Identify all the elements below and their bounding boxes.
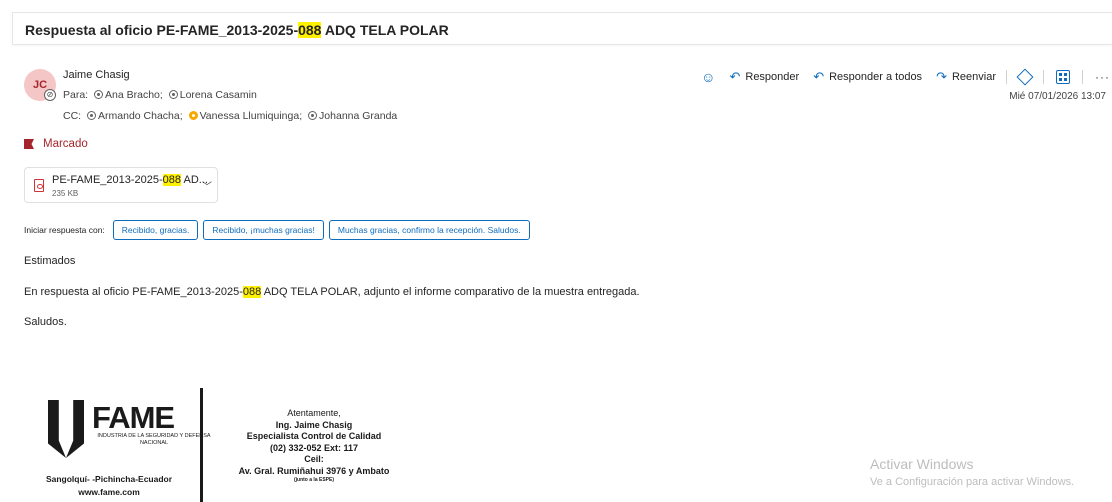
more-icon[interactable]: ··· <box>1095 70 1110 84</box>
recipient-status-icon <box>308 111 318 120</box>
apps-icon[interactable] <box>1056 70 1070 84</box>
quick-reply-button-1[interactable]: Recibido, gracias. <box>112 220 199 240</box>
attachment-size: 235 KB <box>52 189 79 198</box>
shield-icon <box>48 400 84 458</box>
emoji-icon[interactable]: ☺ <box>701 69 715 85</box>
recipient-cc-1[interactable]: Armando Chacha; <box>98 110 183 122</box>
flag-icon <box>24 139 34 149</box>
quick-reply-label: Iniciar respuesta con: <box>24 225 105 235</box>
recipient-status-icon <box>87 111 97 120</box>
sig-line-2: Ing. Jaime Chasig <box>275 419 353 430</box>
recipient-status-icon <box>94 90 104 99</box>
email-signature: FAME INDUSTRIA DE LA SEGURIDAD Y DEFENSA… <box>24 388 444 502</box>
presence-icon: ⊘ <box>44 89 56 101</box>
flag-status[interactable]: Marcado <box>24 138 88 150</box>
body-greeting: Estimados <box>24 255 76 267</box>
toolbar-divider <box>1043 70 1044 84</box>
logo-word: FAME <box>92 400 175 435</box>
cc-label: CC: <box>63 110 82 122</box>
signature-location: Sangolquí- -Pichincha-Ecuador <box>45 474 173 484</box>
activation-watermark-subtitle: Ve a Configuración para activar Windows. <box>870 476 1075 488</box>
loop-icon[interactable] <box>1016 68 1034 86</box>
sig-line-5: Ceil: <box>304 454 324 464</box>
sig-line-3: Especialista Control de Calidad <box>246 431 382 441</box>
subject-bar: Respuesta al oficio PE-FAME_2013-2025-08… <box>12 12 1112 45</box>
to-label: Para: <box>63 89 89 101</box>
sig-line-6: Av. Gral. Rumiñahui 3976 y Ambato <box>238 465 390 476</box>
reply-all-icon: ↶ <box>813 69 825 84</box>
recipient-status-icon <box>168 90 178 99</box>
reply-icon: ↶ <box>729 69 741 84</box>
attachment-card[interactable]: PE-FAME_2013-2025-088 AD... 235 KB ﹀ <box>24 167 218 203</box>
toolbar-divider <box>1006 70 1007 84</box>
pdf-file-icon <box>34 179 44 192</box>
signature-divider <box>200 388 203 502</box>
chevron-down-icon[interactable]: ﹀ <box>202 178 212 193</box>
toolbar-divider <box>1082 70 1083 84</box>
activation-watermark-title: Activar Windows <box>870 456 974 472</box>
signature-details: Atentamente, Ing. Jaime Chasig Especiali… <box>214 408 414 484</box>
logo-subtitle: INDUSTRIA DE LA SEGURIDAD Y DEFENSA NACI… <box>97 433 211 446</box>
forward-button[interactable]: ↷ Reenviar <box>936 69 996 85</box>
recipient-cc-2[interactable]: Vanessa Llumiquinga; <box>200 110 303 122</box>
recipient-away-icon <box>188 111 198 120</box>
sender-name[interactable]: Jaime Chasig <box>63 69 130 81</box>
recipient-cc-3[interactable]: Johanna Granda <box>319 110 397 122</box>
quick-reply-button-3[interactable]: Muchas gracias, confirmo la recepción. S… <box>328 220 530 240</box>
recipient-to-2[interactable]: Lorena Casamin <box>180 89 257 101</box>
recipient-to-1[interactable]: Ana Bracho; <box>105 89 163 101</box>
body-paragraph: En respuesta al oficio PE-FAME_2013-2025… <box>24 286 640 298</box>
cc-line: CC: Armando Chacha; Vanessa Llumiquinga;… <box>63 110 397 122</box>
subject-highlight: 088 <box>298 22 322 38</box>
sig-line-7: (junto a la ESPE) <box>293 477 334 483</box>
to-line: Para: Ana Bracho; Lorena Casamin <box>63 89 257 101</box>
quick-reply-button-2[interactable]: Recibido, ¡muchas gracias! <box>203 220 324 240</box>
attachment-name: PE-FAME_2013-2025-088 AD... <box>52 174 208 186</box>
reply-all-button[interactable]: ↶ Responder a todos <box>813 69 922 85</box>
signature-website[interactable]: www.fame.com <box>24 487 194 497</box>
message-date: Mié 07/01/2026 13:07 <box>1009 91 1106 102</box>
reply-button[interactable]: ↶ Responder <box>729 69 799 85</box>
quick-reply-bar: Iniciar respuesta con: Recibido, gracias… <box>24 220 535 240</box>
subject-title: Respuesta al oficio PE-FAME_2013-2025-08… <box>25 22 449 38</box>
forward-icon: ↷ <box>936 69 947 84</box>
sig-line-4: (02) 332-052 Ext: 117 <box>269 442 359 453</box>
body-closing: Saludos. <box>24 316 67 328</box>
message-toolbar: ☺ ↶ Responder ↶ Responder a todos ↷ Reenvia… <box>701 68 1112 86</box>
sig-line-1: Atentamente, <box>287 408 341 418</box>
